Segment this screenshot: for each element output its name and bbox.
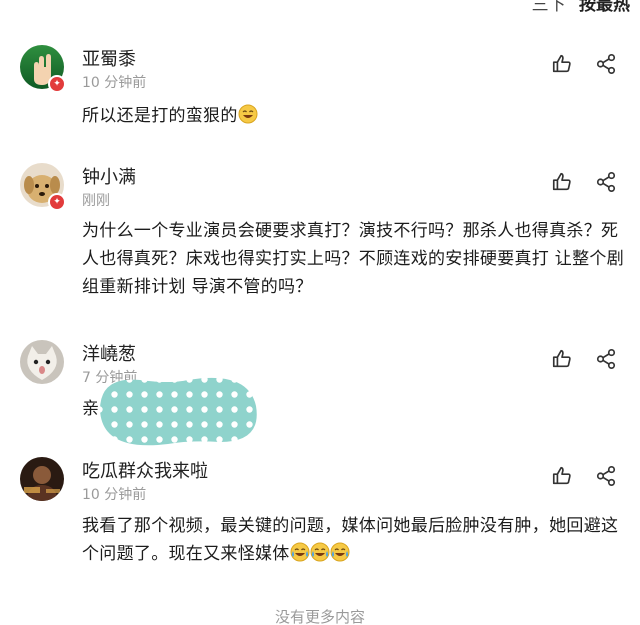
share-icon [596, 172, 616, 192]
avatar[interactable] [20, 457, 64, 501]
laughing-emoji-icon [238, 104, 258, 124]
verified-badge-icon: ✦ [48, 75, 66, 93]
share-button[interactable] [591, 461, 621, 491]
comment-text-content: 所以还是打的蛮狠的 [82, 106, 238, 126]
comment-time: 10 分钟前 [82, 487, 147, 503]
crying-laughing-emoji-icon [330, 542, 350, 562]
share-icon [596, 466, 616, 486]
person-photo-icon [20, 457, 64, 501]
comment-actions [545, 461, 625, 491]
comment-username[interactable]: 吃瓜群众我来啦 [82, 457, 208, 483]
comment-actions [545, 344, 625, 374]
comment-text-content: 我看了那个视频，最关键的问题，媒体问她最后脸肿没有肿，她回避这个问题了。现在又来… [82, 516, 619, 564]
comment-text: 所以还是打的蛮狠的 [82, 102, 627, 130]
comment-username[interactable]: 亚蜀黍 [82, 45, 136, 71]
share-icon [596, 349, 616, 369]
cat-icon [20, 340, 64, 384]
comment-time: 刚刚 [82, 193, 110, 209]
share-button[interactable] [591, 49, 621, 79]
comment-actions [545, 49, 625, 79]
crying-laughing-emoji-icon [290, 542, 310, 562]
polka-dot-sticker [100, 377, 257, 446]
comment-actions [545, 167, 625, 197]
thumbs-up-icon [552, 54, 571, 73]
verified-badge-icon: ✦ [48, 193, 66, 211]
avatar[interactable] [20, 340, 64, 384]
comment-time: 10 分钟前 [82, 75, 147, 91]
share-button[interactable] [591, 344, 621, 374]
like-button[interactable] [547, 167, 577, 197]
comment-username[interactable]: 钟小满 [82, 163, 136, 189]
share-button[interactable] [591, 167, 621, 197]
comment-text: 为什么一个专业演员会硬要求真打？演技不行吗？那杀人也得真杀？死人也得真死？床戏也… [82, 221, 625, 297]
crying-laughing-emoji-icon [310, 542, 330, 562]
comment-username[interactable]: 洋嶢葱 [82, 340, 136, 366]
no-more-content-label: 没有更多内容 [274, 608, 365, 625]
thumbs-up-icon [552, 172, 571, 191]
like-button[interactable] [547, 344, 577, 374]
share-icon [596, 54, 616, 74]
sort-option-hot[interactable]: 按最热 [579, 0, 630, 15]
sort-option-a[interactable]: 三下 [532, 0, 566, 15]
thumbs-up-icon [552, 466, 571, 485]
like-button[interactable] [547, 49, 577, 79]
like-button[interactable] [547, 461, 577, 491]
thumbs-up-icon [552, 349, 571, 368]
comment-text: 我看了那个视频，最关键的问题，媒体问她最后脸肿没有肿，她回避这个问题了。现在又来… [82, 512, 627, 568]
comment-page: 三下 按最热 ✦ 亚蜀黍 10 分钟前 所以还是打的蛮狠的 ✦ 钟小满 刚刚 为… [0, 0, 640, 625]
sort-bar: 三下 按最热 [524, 0, 630, 15]
